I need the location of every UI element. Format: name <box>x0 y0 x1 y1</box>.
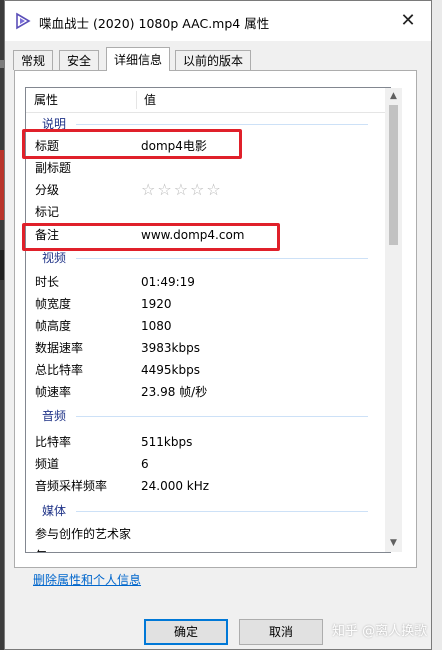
window-title: 喋血战士 (2020) 1080p AAC.mp4 属性 <box>39 16 270 31</box>
group-divider <box>76 416 368 417</box>
property-key: 标记 <box>35 205 60 219</box>
column-divider[interactable] <box>136 91 137 109</box>
cancel-button[interactable]: 取消 <box>239 619 323 645</box>
column-header-value[interactable]: 值 <box>144 88 156 112</box>
list-item-audio-bitrate[interactable]: 比特率 511kbps <box>26 431 376 453</box>
vertical-scrollbar[interactable]: ▲ ▼ <box>385 88 402 552</box>
background-window-right <box>432 0 442 650</box>
comments-highlight-box <box>22 223 280 251</box>
property-key: 年 <box>35 545 47 552</box>
property-key: 时长 <box>35 275 60 289</box>
property-value[interactable]: 3983kbps <box>141 337 200 359</box>
property-value[interactable]: 1080 <box>141 315 172 337</box>
remove-properties-link[interactable]: 删除属性和个人信息 <box>33 571 141 588</box>
property-key: 总比特率 <box>35 363 84 377</box>
property-value[interactable]: 1920 <box>141 293 172 315</box>
list-item-sample-rate[interactable]: 音频采样频率 24.000 kHz <box>26 475 376 497</box>
group-label: 音频 <box>42 409 67 423</box>
property-key: 帧速率 <box>35 385 72 399</box>
list-item-frame-rate[interactable]: 帧速率 23.98 帧/秒 <box>26 381 376 403</box>
list-item-frame-height[interactable]: 帧高度 1080 <box>26 315 376 337</box>
video-file-icon <box>16 12 31 30</box>
property-key: 音频采样频率 <box>35 479 108 493</box>
close-button[interactable]: ✕ <box>385 1 431 41</box>
property-key: 频道 <box>35 457 60 471</box>
group-video: 视频 <box>26 248 376 268</box>
list-item-year[interactable]: 年 <box>26 545 376 552</box>
tab-general[interactable]: 常规 <box>13 50 54 70</box>
scroll-down-icon[interactable]: ▼ <box>385 535 402 552</box>
watermark-text: 知乎 @离人换歌 <box>332 624 428 639</box>
rating-stars-icon[interactable]: ☆☆☆☆☆ <box>141 179 223 201</box>
group-divider <box>76 511 368 512</box>
property-value[interactable]: 23.98 帧/秒 <box>141 381 207 403</box>
property-key: 帧宽度 <box>35 297 72 311</box>
tab-security[interactable]: 安全 <box>59 50 100 70</box>
property-value[interactable]: 24.000 kHz <box>141 475 209 497</box>
list-item-frame-width[interactable]: 帧宽度 1920 <box>26 293 376 315</box>
group-media: 媒体 <box>26 501 376 521</box>
property-value[interactable]: 4495kbps <box>141 359 200 381</box>
group-divider <box>76 258 368 259</box>
property-value[interactable]: 6 <box>141 453 149 475</box>
list-item-subtitle[interactable]: 副标题 <box>26 157 376 179</box>
group-label: 视频 <box>42 251 67 265</box>
property-key: 比特率 <box>35 435 72 449</box>
ok-button[interactable]: 确定 <box>144 619 228 645</box>
list-item-channels[interactable]: 频道 6 <box>26 453 376 475</box>
list-item-contributing-artists[interactable]: 参与创作的艺术家 <box>26 523 376 545</box>
properties-dialog: 喋血战士 (2020) 1080p AAC.mp4 属性 ✕ 常规 安全 详细信… <box>4 0 432 650</box>
tab-details[interactable]: 详细信息 <box>106 47 171 71</box>
title-highlight-box <box>22 129 242 159</box>
scroll-up-icon[interactable]: ▲ <box>385 88 402 105</box>
list-item-data-rate[interactable]: 数据速率 3983kbps <box>26 337 376 359</box>
property-key: 副标题 <box>35 161 72 175</box>
property-key: 分级 <box>35 183 60 197</box>
group-divider <box>76 124 368 125</box>
list-item-total-bitrate[interactable]: 总比特率 4495kbps <box>26 359 376 381</box>
tab-previous-versions[interactable]: 以前的版本 <box>175 50 252 70</box>
list-item-tags[interactable]: 标记 <box>26 201 376 223</box>
list-header: 属性 值 <box>26 88 390 113</box>
property-value[interactable]: 01:49:19 <box>141 271 195 293</box>
group-audio: 音频 <box>26 406 376 426</box>
group-label: 媒体 <box>42 504 67 518</box>
property-key: 帧高度 <box>35 319 72 333</box>
title-bar: 喋血战士 (2020) 1080p AAC.mp4 属性 ✕ <box>5 1 431 41</box>
scroll-thumb[interactable] <box>389 105 398 245</box>
list-item-duration[interactable]: 时长 01:49:19 <box>26 271 376 293</box>
property-key: 数据速率 <box>35 341 84 355</box>
property-value[interactable]: 511kbps <box>141 431 192 453</box>
column-header-property[interactable]: 属性 <box>34 88 58 112</box>
property-key: 参与创作的艺术家 <box>35 527 132 541</box>
list-item-rating[interactable]: 分级 ☆☆☆☆☆ <box>26 179 376 201</box>
